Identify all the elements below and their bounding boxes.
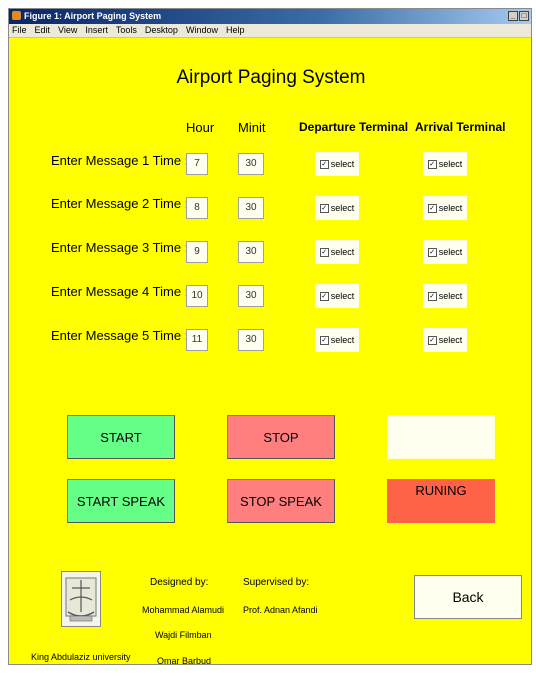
message-3-arrival-checkbox[interactable]: ✓ select	[423, 240, 467, 264]
window-title: Figure 1: Airport Paging System	[24, 11, 162, 21]
message-4-label: Enter Message 4 Time :	[51, 284, 189, 299]
menu-file[interactable]: File	[9, 24, 31, 37]
title-bar: Figure 1: Airport Paging System _ □	[9, 9, 531, 24]
checkbox-label: select	[330, 291, 355, 301]
message-5-departure-checkbox[interactable]: ✓ select	[315, 328, 359, 352]
message-2-minute-input[interactable]: 30	[238, 197, 264, 219]
message-5-arrival-checkbox[interactable]: ✓ select	[423, 328, 467, 352]
menu-insert[interactable]: Insert	[81, 24, 112, 37]
message-3-hour-input[interactable]: 9	[186, 241, 208, 263]
message-2-hour-input[interactable]: 8	[186, 197, 208, 219]
minute-header: Minit	[238, 120, 266, 135]
check-icon: ✓	[427, 291, 437, 301]
back-button[interactable]: Back	[414, 575, 522, 619]
checkbox-label: select	[438, 247, 463, 257]
message-4-hour-input[interactable]: 10	[186, 285, 208, 307]
figure-window: Figure 1: Airport Paging System _ □ File…	[8, 8, 532, 665]
menu-edit[interactable]: Edit	[31, 24, 55, 37]
check-icon: ✓	[319, 291, 329, 301]
arrival-header: Arrival Terminal	[415, 120, 506, 134]
checkbox-label: select	[330, 335, 355, 345]
checkbox-label: select	[438, 335, 463, 345]
designer-3: Omar Barbud	[157, 656, 212, 665]
designed-by-label: Designed by:	[150, 577, 209, 588]
stop-speak-button[interactable]: STOP SPEAK	[227, 479, 335, 523]
message-3-minute-input[interactable]: 30	[238, 241, 264, 263]
checkbox-label: select	[438, 291, 463, 301]
check-icon: ✓	[427, 159, 437, 169]
app-title: Airport Paging System	[176, 67, 366, 88]
designer-2: Wajdi Filmban	[155, 630, 212, 640]
message-4-arrival-checkbox[interactable]: ✓ select	[423, 284, 467, 308]
message-1-hour-input[interactable]: 7	[186, 153, 208, 175]
check-icon: ✓	[427, 203, 437, 213]
stop-button[interactable]: STOP	[227, 415, 335, 459]
checkbox-label: select	[438, 159, 463, 169]
hour-header: Hour	[186, 120, 215, 135]
message-1-arrival-checkbox[interactable]: ✓ select	[423, 152, 467, 176]
maximize-button[interactable]: □	[519, 11, 529, 21]
check-icon: ✓	[427, 335, 437, 345]
matlab-icon	[12, 11, 21, 20]
message-2-label: Enter Message 2 Time :	[51, 196, 189, 211]
check-icon: ✓	[319, 203, 329, 213]
message-5-label: Enter Message 5 Time :	[51, 328, 189, 343]
menu-desktop[interactable]: Desktop	[141, 24, 182, 37]
message-2-departure-checkbox[interactable]: ✓ select	[315, 196, 359, 220]
message-2-arrival-checkbox[interactable]: ✓ select	[423, 196, 467, 220]
university-name: King Abdulaziz university	[31, 652, 131, 662]
check-icon: ✓	[319, 335, 329, 345]
window-controls: _ □	[508, 11, 529, 21]
menu-bar: File Edit View Insert Tools Desktop Wind…	[9, 24, 531, 38]
university-logo	[61, 571, 101, 627]
start-speak-button[interactable]: START SPEAK	[67, 479, 175, 523]
check-icon: ✓	[319, 159, 329, 169]
check-icon: ✓	[319, 247, 329, 257]
message-1-minute-input[interactable]: 30	[238, 153, 264, 175]
status-display	[387, 415, 495, 459]
message-5-hour-input[interactable]: 11	[186, 329, 208, 351]
message-1-departure-checkbox[interactable]: ✓ select	[315, 152, 359, 176]
start-button[interactable]: START	[67, 415, 175, 459]
menu-window[interactable]: Window	[182, 24, 222, 37]
message-3-departure-checkbox[interactable]: ✓ select	[315, 240, 359, 264]
supervisor-name: Prof. Adnan Afandi	[243, 605, 318, 615]
checkbox-label: select	[330, 247, 355, 257]
menu-tools[interactable]: Tools	[112, 24, 141, 37]
menu-view[interactable]: View	[54, 24, 81, 37]
running-status: RUNING	[387, 479, 495, 523]
designer-1: Mohammad Alamudi	[142, 605, 225, 615]
message-3-label: Enter Message 3 Time :	[51, 240, 189, 255]
menu-help[interactable]: Help	[222, 24, 249, 37]
departure-header: Departure Terminal	[299, 120, 409, 134]
checkbox-label: select	[438, 203, 463, 213]
message-4-departure-checkbox[interactable]: ✓ select	[315, 284, 359, 308]
supervised-by-label: Supervised by:	[243, 577, 310, 588]
message-1-label: Enter Message 1 Time :	[51, 153, 189, 168]
message-4-minute-input[interactable]: 30	[238, 285, 264, 307]
message-5-minute-input[interactable]: 30	[238, 329, 264, 351]
minimize-button[interactable]: _	[508, 11, 518, 21]
checkbox-label: select	[330, 159, 355, 169]
check-icon: ✓	[427, 247, 437, 257]
checkbox-label: select	[330, 203, 355, 213]
